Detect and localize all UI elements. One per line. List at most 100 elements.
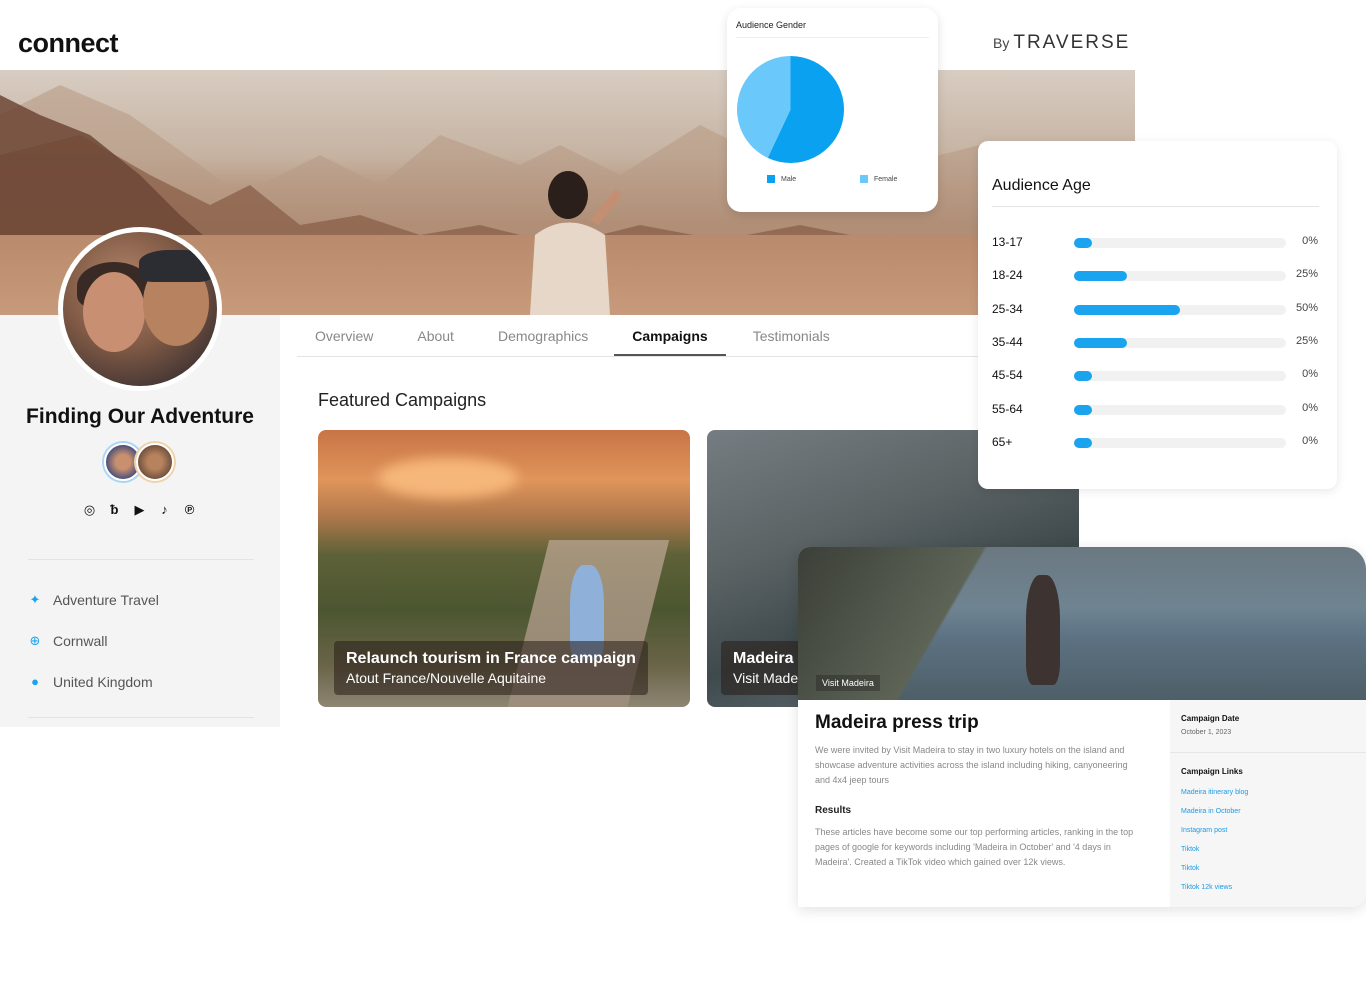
age-value: 50%: [1295, 301, 1318, 314]
age-label: 18-24: [992, 268, 1023, 283]
tag-label: United Kingdom: [53, 674, 153, 690]
audience-age-card: Audience Age 13-17 0% 18-24 25% 25-34 50% 35-4…: [978, 141, 1337, 489]
campaign-link[interactable]: Madeira itinerary blog: [1181, 789, 1248, 796]
age-label: 45-54: [992, 368, 1023, 383]
tab-testimonials[interactable]: Testimonials: [726, 316, 857, 356]
profile-name: Finding Our Adventure: [26, 405, 254, 428]
age-bar-fill: [1074, 437, 1092, 448]
age-bar-fill: [1074, 238, 1092, 248]
legend-label: Female: [874, 175, 898, 183]
profile-avatar: [58, 227, 222, 391]
campaign-date-heading: Campaign Date: [1181, 714, 1240, 723]
age-row: 55-64 0%: [992, 400, 1318, 420]
card-caption: Relaunch tourism in France campaign Atou…: [334, 641, 648, 695]
age-bar-track: [1074, 404, 1286, 415]
campaign-link[interactable]: Tiktok: [1181, 865, 1199, 872]
legend-label: Male: [781, 175, 797, 183]
tab-demographics[interactable]: Demographics: [480, 316, 614, 356]
age-label: 13-17: [992, 235, 1023, 249]
campaign-meta-sidebar: Campaign Date October 1, 2023 Campaign L…: [1170, 700, 1366, 907]
campaign-links-heading: Campaign Links: [1181, 767, 1243, 776]
campaign-chip: Visit Madeira: [816, 675, 880, 691]
age-bar-fill: [1074, 337, 1127, 348]
tab-campaigns[interactable]: Campaigns: [614, 316, 726, 356]
sidebar-divider: [28, 717, 254, 718]
legend-swatch: [860, 175, 868, 183]
age-bar-track: [1074, 271, 1286, 282]
age-bar-track: [1074, 337, 1286, 348]
age-row: 35-44 25%: [992, 333, 1318, 353]
pinterest-icon[interactable]: ℗: [182, 502, 197, 517]
tag-label: Adventure Travel: [53, 592, 159, 608]
tiktok-icon[interactable]: ♪: [157, 502, 172, 517]
legend-female: Female: [860, 175, 897, 183]
tab-overview[interactable]: Overview: [297, 316, 391, 356]
sidebar-divider: [28, 559, 254, 560]
card-title: Relaunch tourism in France campaign: [346, 650, 636, 667]
results-heading: Results: [815, 805, 852, 816]
gender-pie-chart: [736, 55, 845, 164]
campaign-date-value: October 1, 2023: [1181, 729, 1232, 736]
age-label: 35-44: [992, 334, 1023, 349]
age-bar-fill: [1074, 271, 1127, 282]
audience-gender-title: Audience Gender: [736, 20, 807, 30]
age-value: 0%: [1302, 368, 1318, 381]
social-links: ◎ ᵬ ▶ ♪ ℗: [82, 502, 197, 517]
age-value: 0%: [1302, 235, 1318, 247]
age-bar-track: [1074, 437, 1286, 448]
legend-male: Male: [767, 175, 796, 183]
connect-logo[interactable]: connect: [18, 28, 119, 59]
target-icon: ⊕: [29, 633, 41, 648]
age-row: 18-24 25%: [992, 266, 1318, 286]
audience-age-title: Audience Age: [992, 177, 1091, 194]
blog-icon[interactable]: ᵬ: [107, 502, 122, 517]
member-avatars: [104, 443, 176, 483]
byline: By TRAVERSE: [993, 32, 1130, 54]
age-row: 13-17 0%: [992, 233, 1318, 253]
profile-tabs: Overview About Demographics Campaigns Te…: [297, 316, 987, 357]
campaign-link[interactable]: Madeira in October: [1181, 808, 1241, 815]
age-row: 65+ 0%: [992, 433, 1318, 453]
age-row: 25-34 50%: [992, 300, 1318, 320]
age-value: 25%: [1295, 268, 1318, 281]
hiker-icon: ✦: [29, 592, 41, 607]
campaign-detail-photo: Visit Madeira: [798, 547, 1366, 700]
audience-gender-card: Audience Gender Male Female: [727, 8, 938, 212]
card-subtitle: Visit Made: [733, 670, 799, 686]
location-pin-icon: ●: [31, 674, 39, 689]
campaign-detail-description: We were invited by Visit Madeira to stay…: [815, 745, 1128, 785]
campaign-detail-title: Madeira press trip: [815, 712, 979, 733]
tag-cornwall[interactable]: ⊕ Cornwall: [28, 633, 108, 649]
age-bar-fill: [1074, 371, 1092, 382]
tag-united-kingdom[interactable]: ● United Kingdom: [28, 674, 153, 690]
age-bar-track: [1074, 371, 1286, 382]
legend-swatch: [767, 175, 775, 183]
age-label: 55-64: [992, 401, 1023, 416]
tag-adventure-travel[interactable]: ✦ Adventure Travel: [28, 592, 159, 608]
instagram-icon[interactable]: ◎: [82, 502, 97, 517]
card-caption: Madeira Visit Made: [721, 641, 811, 695]
age-bar-fill: [1074, 304, 1180, 315]
tag-label: Cornwall: [53, 633, 108, 649]
member-avatar[interactable]: [136, 443, 174, 481]
campaign-card-france[interactable]: Relaunch tourism in France campaign Atou…: [318, 430, 690, 707]
tab-about[interactable]: About: [391, 316, 480, 356]
campaign-detail-panel: Visit Madeira Madeira press trip We were…: [798, 547, 1366, 907]
age-value: 25%: [1295, 334, 1318, 347]
card-title: Madeira: [733, 650, 794, 667]
campaign-link[interactable]: Instagram post: [1181, 827, 1227, 834]
results-text: These articles have become some our top …: [815, 827, 1134, 867]
youtube-icon[interactable]: ▶: [132, 502, 147, 517]
age-label: 25-34: [992, 301, 1023, 316]
age-row: 45-54 0%: [992, 366, 1318, 386]
campaign-link[interactable]: Tiktok: [1181, 846, 1199, 853]
age-bar-track: [1074, 304, 1286, 315]
byline-prefix: By: [993, 35, 1010, 51]
card-subtitle: Atout France/Nouvelle Aquitaine: [346, 670, 547, 686]
campaign-link[interactable]: Tiktok 12k views: [1181, 884, 1232, 891]
hero-person-graphic: [530, 171, 622, 315]
age-value: 0%: [1302, 434, 1318, 447]
featured-campaigns-title: Featured Campaigns: [318, 390, 487, 410]
age-label: 65+: [992, 434, 1013, 449]
age-bar-track: [1074, 238, 1286, 248]
